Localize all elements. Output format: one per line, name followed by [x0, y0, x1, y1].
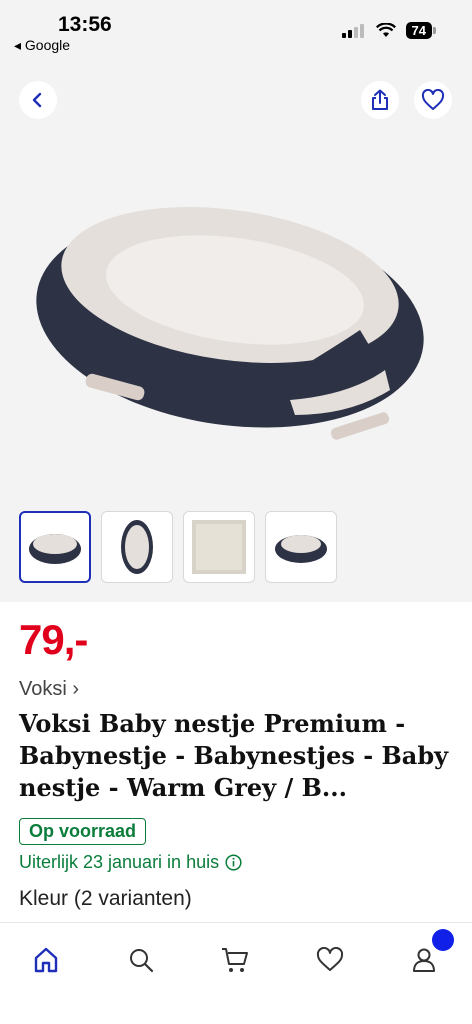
product-price: 79,-	[19, 616, 88, 663]
thumbnail-strip	[19, 511, 337, 583]
status-indicators: 74	[341, 22, 437, 39]
stock-badge: Op voorraad	[19, 818, 147, 845]
battery-indicator: 74	[405, 22, 437, 39]
back-button[interactable]	[19, 81, 57, 119]
favorite-button[interactable]	[414, 81, 452, 119]
delivery-info: Uiterlijk 23 januari in huis	[19, 852, 242, 873]
thumbnail-1[interactable]	[19, 511, 91, 583]
delivery-text: Uiterlijk 23 januari in huis	[19, 852, 220, 872]
variant-selector[interactable]: Kleur (2 varianten)	[19, 887, 192, 911]
bottom-navigation	[0, 922, 472, 1024]
share-icon	[372, 89, 388, 110]
nav-home[interactable]	[26, 940, 66, 980]
cart-icon	[222, 948, 248, 972]
nav-favorites[interactable]	[310, 940, 350, 980]
product-title: Voksi Baby nestje Premium - Babynestje -…	[19, 709, 449, 802]
nav-search[interactable]	[121, 940, 161, 980]
info-icon[interactable]	[225, 854, 242, 871]
thumbnail-image	[29, 534, 81, 564]
signal-icon	[341, 23, 364, 38]
back-to-app-link[interactable]: ◂ Google	[14, 37, 70, 54]
chevron-left-icon	[32, 92, 42, 108]
nav-cart[interactable]	[215, 940, 255, 980]
status-bar: 13:56 ◂ Google 74	[0, 0, 472, 70]
home-icon	[34, 947, 58, 973]
thumbnail-2[interactable]	[101, 511, 173, 583]
heart-icon	[316, 947, 344, 971]
share-button[interactable]	[361, 81, 399, 119]
product-details: 79,- Voksi › Voksi Baby nestje Premium -…	[0, 602, 472, 922]
account-icon	[413, 948, 435, 972]
status-time: 13:56	[58, 13, 112, 36]
brand-link[interactable]: Voksi ›	[19, 678, 79, 701]
thumbnail-image	[121, 520, 153, 574]
thumbnail-image	[275, 535, 327, 563]
thumbnail-image	[192, 520, 246, 574]
product-image[interactable]	[30, 180, 440, 440]
heart-icon	[421, 89, 445, 110]
product-gallery	[0, 70, 472, 500]
search-icon	[130, 949, 154, 973]
thumbnail-4[interactable]	[265, 511, 337, 583]
wifi-icon	[375, 23, 396, 37]
thumbnail-3[interactable]	[183, 511, 255, 583]
notification-dot	[432, 929, 454, 951]
